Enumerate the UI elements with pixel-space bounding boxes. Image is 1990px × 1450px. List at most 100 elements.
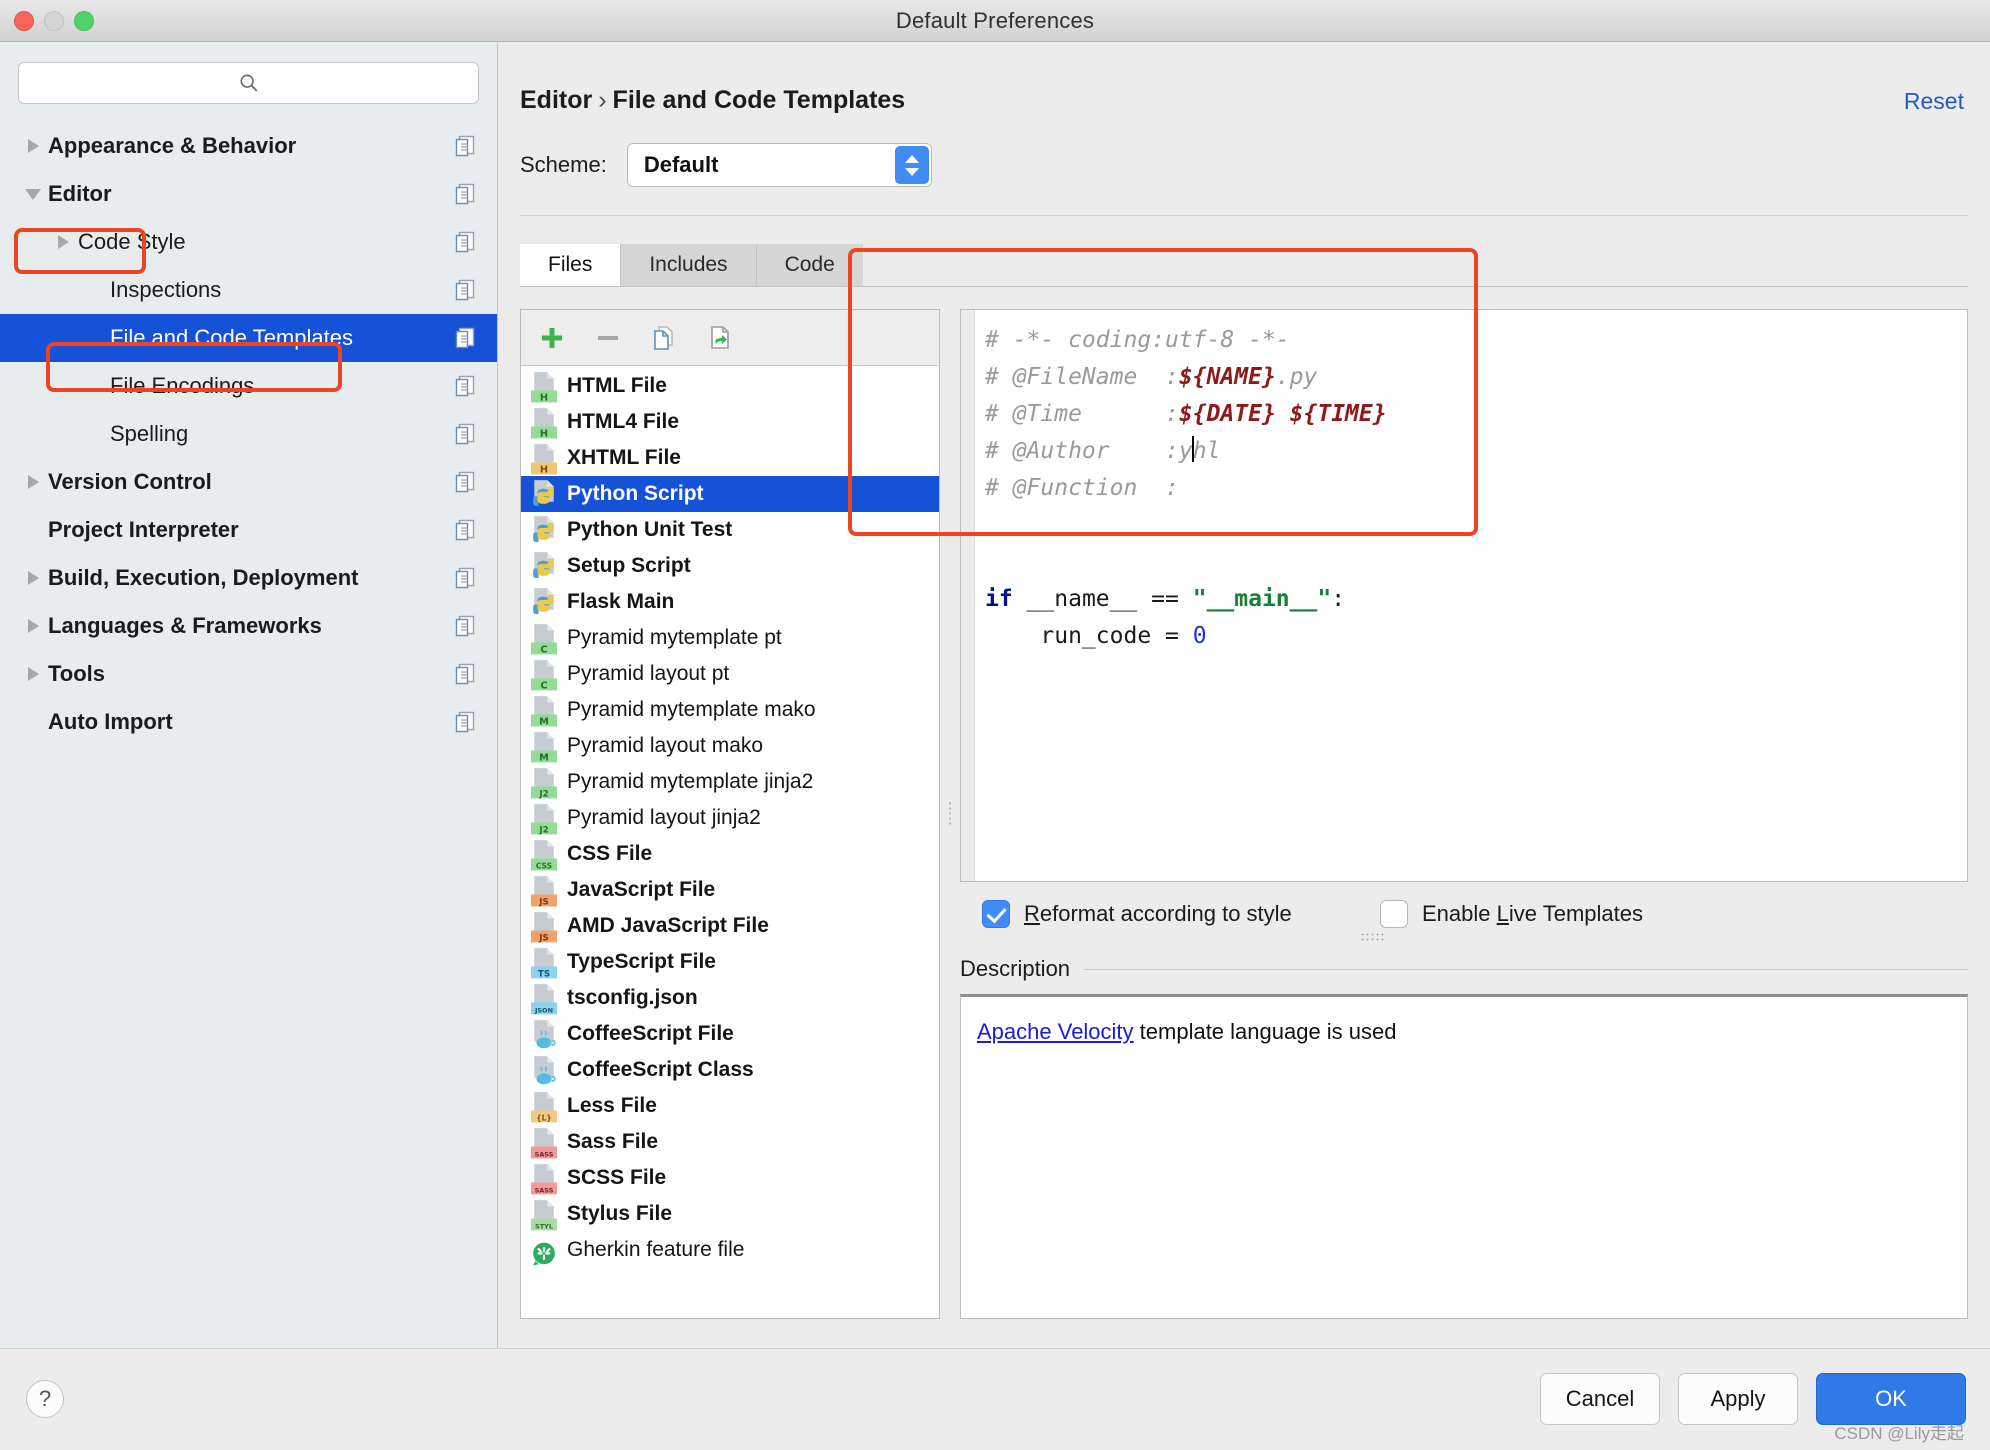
sidebar-item-languages-frameworks[interactable]: Languages & Frameworks xyxy=(0,602,497,650)
list-item-label: Pyramid mytemplate jinja2 xyxy=(567,770,814,793)
editor-code-text[interactable]: # -*- coding:utf-8 -*- # @FileName :${NAM… xyxy=(975,310,1967,881)
list-item-label: Less File xyxy=(567,1094,657,1117)
chevron-right-icon[interactable] xyxy=(48,235,78,249)
reset-link[interactable]: Reset xyxy=(1904,88,1964,115)
list-item[interactable]: JS JavaScript File xyxy=(521,872,939,908)
apache-velocity-link[interactable]: Apache Velocity xyxy=(977,1019,1134,1044)
add-template-button[interactable] xyxy=(537,323,567,353)
template-list[interactable]: H HTML File H HTML4 File H XHTML File Python S… xyxy=(521,366,939,1318)
reformat-checkbox[interactable] xyxy=(982,900,1010,928)
list-item[interactable]: {L} Less File xyxy=(521,1088,939,1124)
apply-button[interactable]: Apply xyxy=(1678,1372,1798,1425)
sidebar-item-editor[interactable]: Editor xyxy=(0,170,497,218)
list-item[interactable]: M Pyramid mytemplate mako xyxy=(521,692,939,728)
list-item-label: CoffeeScript File xyxy=(567,1022,734,1045)
list-item[interactable]: H XHTML File xyxy=(521,440,939,476)
list-item[interactable]: C Pyramid layout pt xyxy=(521,656,939,692)
tab-includes[interactable]: Includes xyxy=(620,244,756,286)
templates-content: H HTML File H HTML4 File H XHTML File Python S… xyxy=(520,309,1968,1319)
copy-settings-icon[interactable] xyxy=(455,231,475,253)
minus-icon xyxy=(598,335,618,340)
chevron-right-icon[interactable] xyxy=(18,139,48,153)
sidebar-item-file-encodings[interactable]: File Encodings xyxy=(0,362,497,410)
dialog-buttons: Cancel Apply OK xyxy=(1540,1372,1966,1425)
list-item[interactable]: H HTML4 File xyxy=(521,404,939,440)
sidebar-item-spelling[interactable]: Spelling xyxy=(0,410,497,458)
copy-settings-icon[interactable] xyxy=(455,615,475,637)
description-header: Description xyxy=(960,946,1968,994)
copy-settings-icon[interactable] xyxy=(455,327,475,349)
sidebar-item-appearance-behavior[interactable]: Appearance & Behavior xyxy=(0,122,497,170)
ok-button[interactable]: OK xyxy=(1816,1372,1966,1425)
live-templates-checkbox[interactable] xyxy=(1380,900,1408,928)
list-item[interactable]: JSON tsconfig.json xyxy=(521,980,939,1016)
panel-splitter[interactable] xyxy=(940,309,960,1319)
copy-settings-icon[interactable] xyxy=(455,375,475,397)
scheme-select[interactable]: Default xyxy=(626,143,932,187)
help-button[interactable]: ? xyxy=(26,1379,64,1418)
list-item[interactable]: Gherkin feature file xyxy=(521,1232,939,1268)
chevron-right-icon[interactable] xyxy=(18,619,48,633)
sidebar-item-code-style[interactable]: Code Style xyxy=(0,218,497,266)
list-item[interactable]: STYL Stylus File xyxy=(521,1196,939,1232)
copy-settings-icon[interactable] xyxy=(455,567,475,589)
list-item[interactable]: M Pyramid layout mako xyxy=(521,728,939,764)
cancel-button[interactable]: Cancel xyxy=(1540,1372,1660,1425)
tab-code[interactable]: Code xyxy=(755,244,863,286)
sidebar-item-file-and-code-templates[interactable]: File and Code Templates xyxy=(0,314,497,362)
template-code-editor[interactable]: # -*- coding:utf-8 -*- # @FileName :${NAM… xyxy=(960,309,1968,882)
sidebar-item-inspections[interactable]: Inspections xyxy=(0,266,497,314)
chevron-down-icon[interactable] xyxy=(18,188,48,200)
copy-settings-icon[interactable] xyxy=(455,519,475,541)
list-item[interactable]: CoffeeScript File xyxy=(521,1016,939,1052)
copy-settings-icon[interactable] xyxy=(455,711,475,733)
copy-settings-icon[interactable] xyxy=(455,279,475,301)
list-item[interactable]: J2 Pyramid layout jinja2 xyxy=(521,800,939,836)
list-item[interactable]: TS TypeScript File xyxy=(521,944,939,980)
list-item[interactable]: SASS SCSS File xyxy=(521,1160,939,1196)
list-item[interactable]: Python Script xyxy=(521,476,939,512)
python-file-icon xyxy=(531,551,557,581)
breadcrumb-root[interactable]: Editor xyxy=(520,86,592,114)
chevron-updown-icon[interactable] xyxy=(894,146,929,184)
copy-settings-icon[interactable] xyxy=(455,663,475,685)
list-item[interactable]: CoffeeScript Class xyxy=(521,1052,939,1088)
chevron-right-icon[interactable] xyxy=(18,475,48,489)
copy-template-button[interactable] xyxy=(649,323,679,353)
list-item[interactable]: JS AMD JavaScript File xyxy=(521,908,939,944)
list-item-label: tsconfig.json xyxy=(567,986,698,1009)
sidebar-item-auto-import[interactable]: Auto Import xyxy=(0,698,497,746)
close-window-button[interactable] xyxy=(14,11,34,31)
remove-template-button[interactable] xyxy=(593,323,623,353)
tabstrip-underline xyxy=(520,286,1968,287)
sidebar-item-build-execution-deployment[interactable]: Build, Execution, Deployment xyxy=(0,554,497,602)
svg-text:M: M xyxy=(539,752,549,763)
list-item[interactable]: CSS CSS File xyxy=(521,836,939,872)
list-item[interactable]: Setup Script xyxy=(521,548,939,584)
sidebar-item-tools[interactable]: Tools xyxy=(0,650,497,698)
j2-green-file-icon: J2 xyxy=(531,803,557,835)
list-item[interactable]: Flask Main xyxy=(521,584,939,620)
sidebar-item-label: File Encodings xyxy=(110,373,255,398)
reset-arrow-icon xyxy=(711,325,729,349)
copy-settings-icon[interactable] xyxy=(455,135,475,157)
list-item[interactable]: H HTML File xyxy=(521,368,939,404)
chevron-right-icon[interactable] xyxy=(18,571,48,585)
copy-settings-icon[interactable] xyxy=(455,471,475,493)
tab-files[interactable]: Files xyxy=(520,244,621,286)
reset-template-button[interactable] xyxy=(705,323,735,353)
search-input[interactable] xyxy=(18,62,479,104)
sidebar-item-project-interpreter[interactable]: Project Interpreter xyxy=(0,506,497,554)
zoom-window-button[interactable] xyxy=(74,11,94,31)
minimize-window-button[interactable] xyxy=(44,11,64,31)
copy-settings-icon[interactable] xyxy=(455,183,475,205)
list-item[interactable]: SASS Sass File xyxy=(521,1124,939,1160)
list-item[interactable]: C Pyramid mytemplate pt xyxy=(521,620,939,656)
code-token: .py xyxy=(1275,364,1318,390)
sidebar-item-version-control[interactable]: Version Control xyxy=(0,458,497,506)
options-drag-handle-icon[interactable] xyxy=(1360,932,1386,941)
chevron-right-icon[interactable] xyxy=(18,667,48,681)
list-item[interactable]: Python Unit Test xyxy=(521,512,939,548)
copy-settings-icon[interactable] xyxy=(455,423,475,445)
list-item[interactable]: J2 Pyramid mytemplate jinja2 xyxy=(521,764,939,800)
